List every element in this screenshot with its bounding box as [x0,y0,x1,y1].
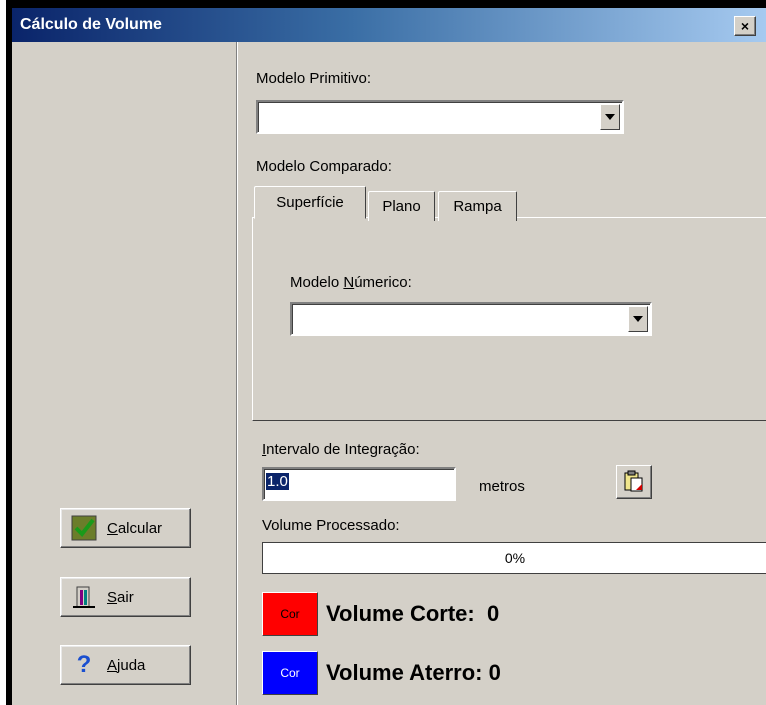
intervalo-unit: metros [479,478,525,495]
question-icon: ? [76,651,92,678]
calcular-button[interactable]: Calcular [60,508,191,548]
modelo-primitivo-select[interactable] [256,100,624,134]
modelo-numerico-select[interactable] [290,302,652,336]
calcular-label: Calcular [107,519,163,537]
volume-corte-label: Volume Corte: [326,601,475,626]
modelo-comparado-label: Modelo Comparado: [256,158,392,175]
sair-button[interactable]: Sair [60,577,191,617]
clipboard-export-icon [624,470,643,492]
close-icon: × [740,18,750,34]
export-button[interactable] [616,465,652,499]
aterro-color-button[interactable]: Cor [262,651,318,695]
volume-processado-label: Volume Processado: [262,517,400,534]
tab-plano-label: Plano [382,198,421,215]
corte-color-button[interactable]: Cor [262,592,318,636]
tab-plano[interactable]: Plano [368,191,435,221]
intervalo-label: Intervalo de Integração: [262,441,420,458]
intervalo-value: 1.0 [266,473,289,490]
progress-text: 0% [504,550,526,566]
close-button[interactable]: × [734,16,756,36]
chevron-down-icon[interactable] [628,306,648,332]
progress-bar: 0% [262,542,766,574]
sair-label: Sair [107,588,134,606]
check-icon [71,515,97,541]
dialog-window: Cálculo de Volume × Calcular Sair ? Ajud… [6,0,766,705]
corte-color-label: Cor [280,607,300,621]
window-title: Cálculo de Volume [20,16,162,33]
aterro-color-label: Cor [280,666,300,680]
volume-corte-value: 0 [486,601,500,626]
volume-aterro-value: 0 [488,660,501,685]
ajuda-label: Ajuda [107,656,146,674]
ajuda-button[interactable]: ? Ajuda [60,645,191,685]
volume-corte: Volume Corte: 0 [326,601,499,627]
volume-aterro: Volume Aterro: 0 [326,660,501,686]
title-bar: Cálculo de Volume × [12,8,766,42]
tab-superficie[interactable]: Superfície [254,186,366,219]
exit-door-icon [73,586,95,608]
tab-superficie-label: Superfície [276,194,344,211]
intervalo-input[interactable]: 1.0 [262,467,456,501]
chevron-down-icon[interactable] [600,104,620,130]
modelo-primitivo-label: Modelo Primitivo: [256,70,372,87]
modelo-numerico-label: Modelo Númerico: [290,274,412,291]
tab-rampa-label: Rampa [453,198,502,215]
volume-aterro-label: Volume Aterro: [326,660,483,685]
tab-rampa[interactable]: Rampa [438,191,517,221]
